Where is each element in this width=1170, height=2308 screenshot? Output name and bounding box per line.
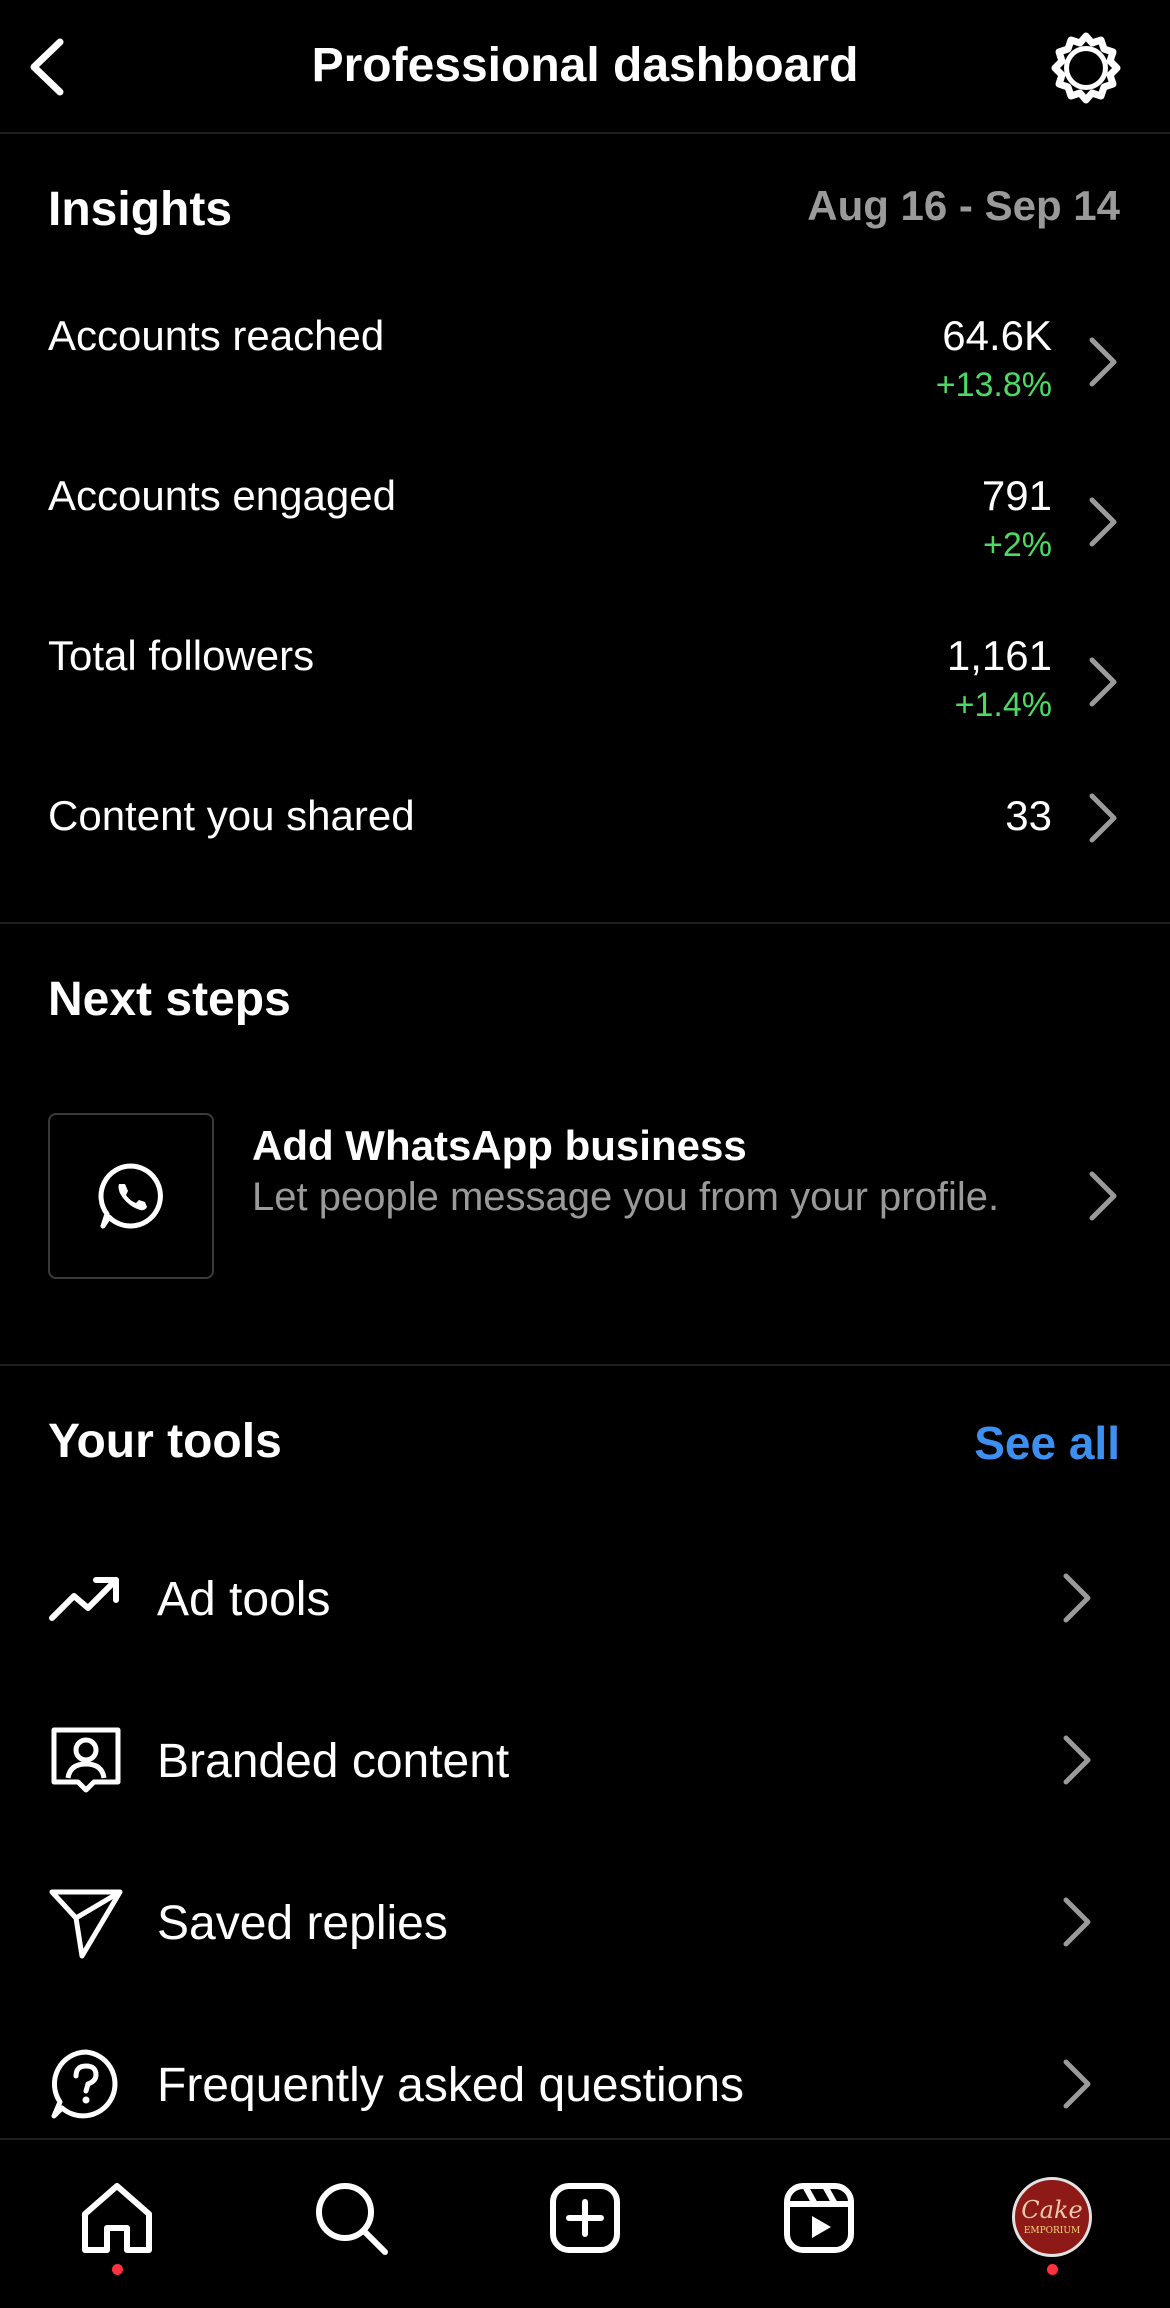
insights-title: Insights bbox=[48, 183, 233, 236]
tool-label: Saved replies bbox=[157, 1897, 448, 1950]
chevron-right-icon bbox=[1063, 1573, 1091, 1623]
search-icon[interactable] bbox=[311, 2178, 391, 2258]
metric-row-accounts-engaged[interactable]: Accounts engaged 791 +2% bbox=[0, 460, 1170, 600]
metric-change: +13.8% bbox=[935, 366, 1052, 404]
see-all-link[interactable]: See all bbox=[974, 1416, 1120, 1470]
tool-item-ad-tools[interactable]: Ad tools bbox=[0, 1548, 1170, 1648]
your-tools-title: Your tools bbox=[48, 1415, 282, 1468]
chevron-right-icon bbox=[1089, 497, 1117, 547]
whatsapp-description: Let people message you from your profile… bbox=[252, 1175, 1000, 1219]
metric-label: Accounts engaged bbox=[48, 472, 396, 519]
tool-item-branded-content[interactable]: Branded content bbox=[0, 1710, 1170, 1810]
settings-button[interactable] bbox=[1048, 30, 1124, 106]
top-bar: Professional dashboard bbox=[0, 0, 1170, 134]
tool-item-faq[interactable]: Frequently asked questions bbox=[0, 2034, 1170, 2134]
chevron-right-icon bbox=[1089, 793, 1117, 843]
trending-up-icon bbox=[49, 1577, 119, 1621]
metric-label: Accounts reached bbox=[48, 312, 385, 359]
chevron-right-icon bbox=[1089, 657, 1117, 707]
metric-change: +1.4% bbox=[954, 686, 1052, 724]
metric-row-accounts-reached[interactable]: Accounts reached 64.6K +13.8% bbox=[0, 300, 1170, 440]
chevron-right-icon bbox=[1089, 337, 1117, 387]
whatsapp-icon-box bbox=[48, 1113, 214, 1279]
avatar-logo-subtext: EMPORIUM bbox=[1023, 2226, 1081, 2236]
divider bbox=[0, 922, 1170, 924]
avatar-logo-text: Cake bbox=[1021, 2196, 1083, 2224]
reels-icon[interactable] bbox=[779, 2178, 859, 2258]
branded-content-icon bbox=[51, 1727, 121, 1793]
home-notification-dot bbox=[112, 2264, 123, 2275]
divider bbox=[0, 1364, 1170, 1366]
gear-icon bbox=[1051, 32, 1121, 104]
metric-label: Total followers bbox=[48, 632, 315, 679]
metric-value: 64.6K bbox=[942, 312, 1052, 359]
tool-item-saved-replies[interactable]: Saved replies bbox=[0, 1872, 1170, 1972]
whatsapp-icon bbox=[98, 1163, 163, 1229]
create-icon[interactable] bbox=[545, 2178, 625, 2258]
page-title: Professional dashboard bbox=[311, 39, 859, 92]
chevron-right-icon bbox=[1089, 1171, 1117, 1221]
tool-label: Frequently asked questions bbox=[157, 2059, 745, 2112]
metric-row-total-followers[interactable]: Total followers 1,161 +1.4% bbox=[0, 620, 1170, 760]
question-bubble-icon bbox=[51, 2049, 118, 2119]
metric-value: 33 bbox=[1005, 792, 1052, 839]
tool-label: Ad tools bbox=[157, 1573, 331, 1626]
bottom-nav: Cake EMPORIUM bbox=[0, 2138, 1170, 2308]
paper-plane-icon bbox=[49, 1889, 123, 1959]
next-steps-title: Next steps bbox=[48, 973, 291, 1026]
tool-label: Branded content bbox=[157, 1735, 510, 1788]
metric-row-content-shared[interactable]: Content you shared 33 bbox=[0, 780, 1170, 880]
date-range[interactable]: Aug 16 - Sep 14 bbox=[807, 182, 1120, 230]
metric-value: 1,161 bbox=[946, 632, 1052, 679]
chevron-right-icon bbox=[1063, 2059, 1091, 2109]
whatsapp-title: Add WhatsApp business bbox=[252, 1122, 747, 1169]
home-icon[interactable] bbox=[77, 2178, 157, 2258]
metric-value: 791 bbox=[981, 472, 1052, 519]
profile-avatar[interactable]: Cake EMPORIUM bbox=[1012, 2177, 1092, 2257]
profile-notification-dot bbox=[1047, 2264, 1058, 2275]
metric-label: Content you shared bbox=[48, 792, 415, 839]
metric-change: +2% bbox=[983, 526, 1052, 564]
chevron-right-icon bbox=[1063, 1897, 1091, 1947]
chevron-right-icon bbox=[1063, 1735, 1091, 1785]
